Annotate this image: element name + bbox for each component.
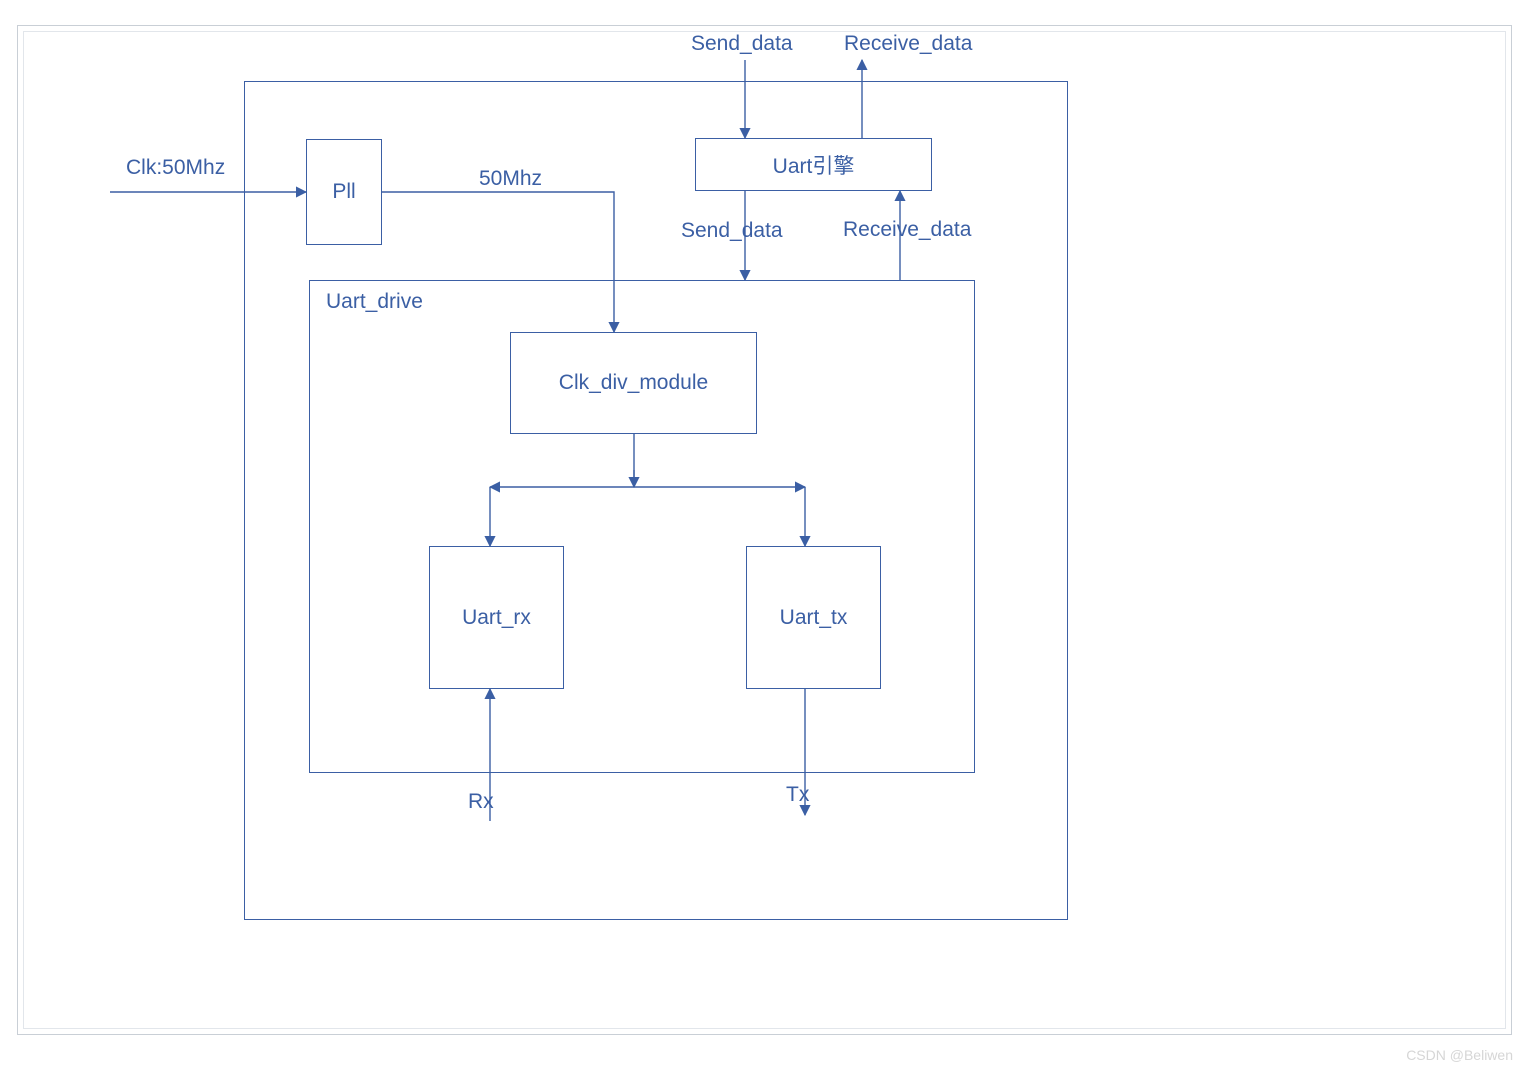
pll-output-label: 50Mhz: [479, 167, 542, 191]
receive-data-mid-label: Receive_data: [843, 218, 971, 242]
send-data-mid-label: Send_data: [681, 219, 783, 243]
uart-engine-block: Uart引擎: [695, 138, 932, 191]
send-data-top-label: Send_data: [691, 32, 793, 56]
uart-tx-label: Uart_tx: [780, 606, 848, 630]
uart-rx-block: Uart_rx: [429, 546, 564, 689]
rx-label: Rx: [468, 790, 494, 814]
receive-data-top-label: Receive_data: [844, 32, 972, 56]
pll-block-label: Pll: [332, 180, 355, 204]
clk-div-block: Clk_div_module: [510, 332, 757, 434]
watermark: CSDN @Beliwen: [1406, 1047, 1513, 1063]
pll-block: Pll: [306, 139, 382, 245]
uart-tx-block: Uart_tx: [746, 546, 881, 689]
tx-label: Tx: [786, 783, 809, 807]
clk-input-label: Clk:50Mhz: [126, 156, 225, 180]
uart-drive-label: Uart_drive: [326, 290, 423, 314]
uart-engine-label: Uart引擎: [773, 150, 855, 180]
clk-div-label: Clk_div_module: [559, 371, 708, 395]
uart-rx-label: Uart_rx: [462, 606, 531, 630]
